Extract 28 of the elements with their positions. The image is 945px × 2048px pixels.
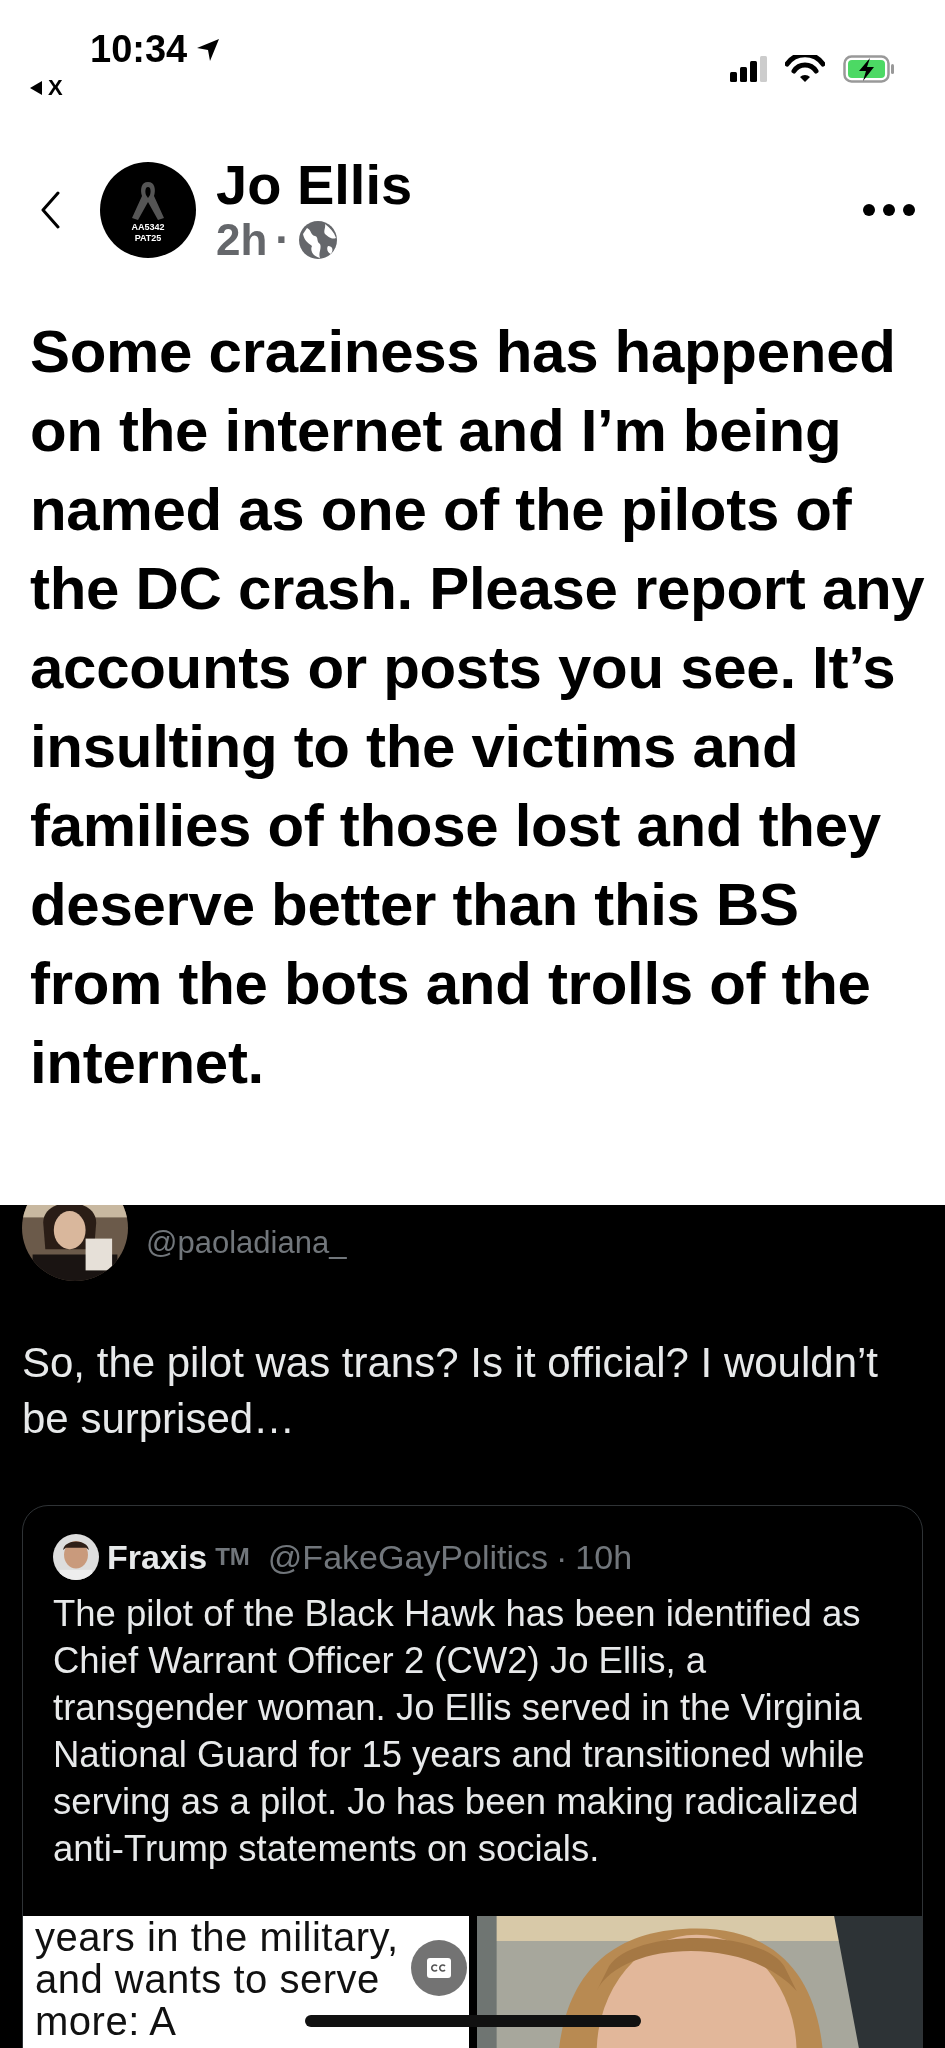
wifi-icon — [785, 55, 825, 83]
charging-battery-icon — [843, 55, 895, 83]
more-options-icon[interactable] — [863, 204, 915, 216]
avatar-text: AA5342 — [131, 222, 165, 233]
back-to-app-link[interactable]: X — [48, 75, 63, 101]
globe-icon — [298, 220, 338, 260]
quoted-handle: @FakeGayPolitics — [267, 1537, 548, 1577]
name-suffix: TM — [215, 1543, 250, 1571]
post-text: Some craziness has happened on the internet and I’m being named as one of the pilots of the DC crash. Please report any accounts or posts you see. It’s insulting to the victims and families of those lost and they deserve better than this BS from the bots and trolls of the internet. — [30, 317, 926, 1098]
back-chevron-icon[interactable] — [40, 191, 62, 229]
quoted-author-name: Fraxis — [107, 1537, 208, 1577]
post-age: 2h — [216, 215, 268, 265]
media-text: years in the military, and wants to serve more: A — [34, 1916, 400, 2042]
separator-dot: · — [556, 1537, 568, 1577]
avatar-text: PAT25 — [134, 233, 162, 244]
user-handle: @paoladiana_ — [146, 1225, 347, 1261]
signal-icon — [730, 56, 767, 82]
captions-badge[interactable] — [411, 1940, 467, 1996]
captions-icon — [427, 1958, 451, 1978]
avatar[interactable]: AA5342 PAT25 — [100, 162, 196, 258]
location-arrow-icon — [195, 36, 222, 63]
back-triangle-icon[interactable] — [30, 81, 42, 95]
quoted-tweet-text: The pilot of the Black Hawk has been identified as Chief Warrant Officer 2 (CW2) Jo Ellis, a transgender woman. Jo Ellis served in the Virginia National Guard for 15 years and transitioned while serving as a pilot. Jo has been making radicalized anti-Trump statements on socials. — [53, 1592, 866, 1871]
author-name[interactable]: Jo Ellis — [216, 155, 863, 215]
clock-time: 10:34 — [90, 28, 188, 71]
quoted-age: 10h — [575, 1537, 633, 1577]
separator-dot: · — [275, 215, 290, 265]
tweet-text: So, the pilot was trans? Is it official? I wouldn’t be surprised… — [22, 1338, 879, 1444]
